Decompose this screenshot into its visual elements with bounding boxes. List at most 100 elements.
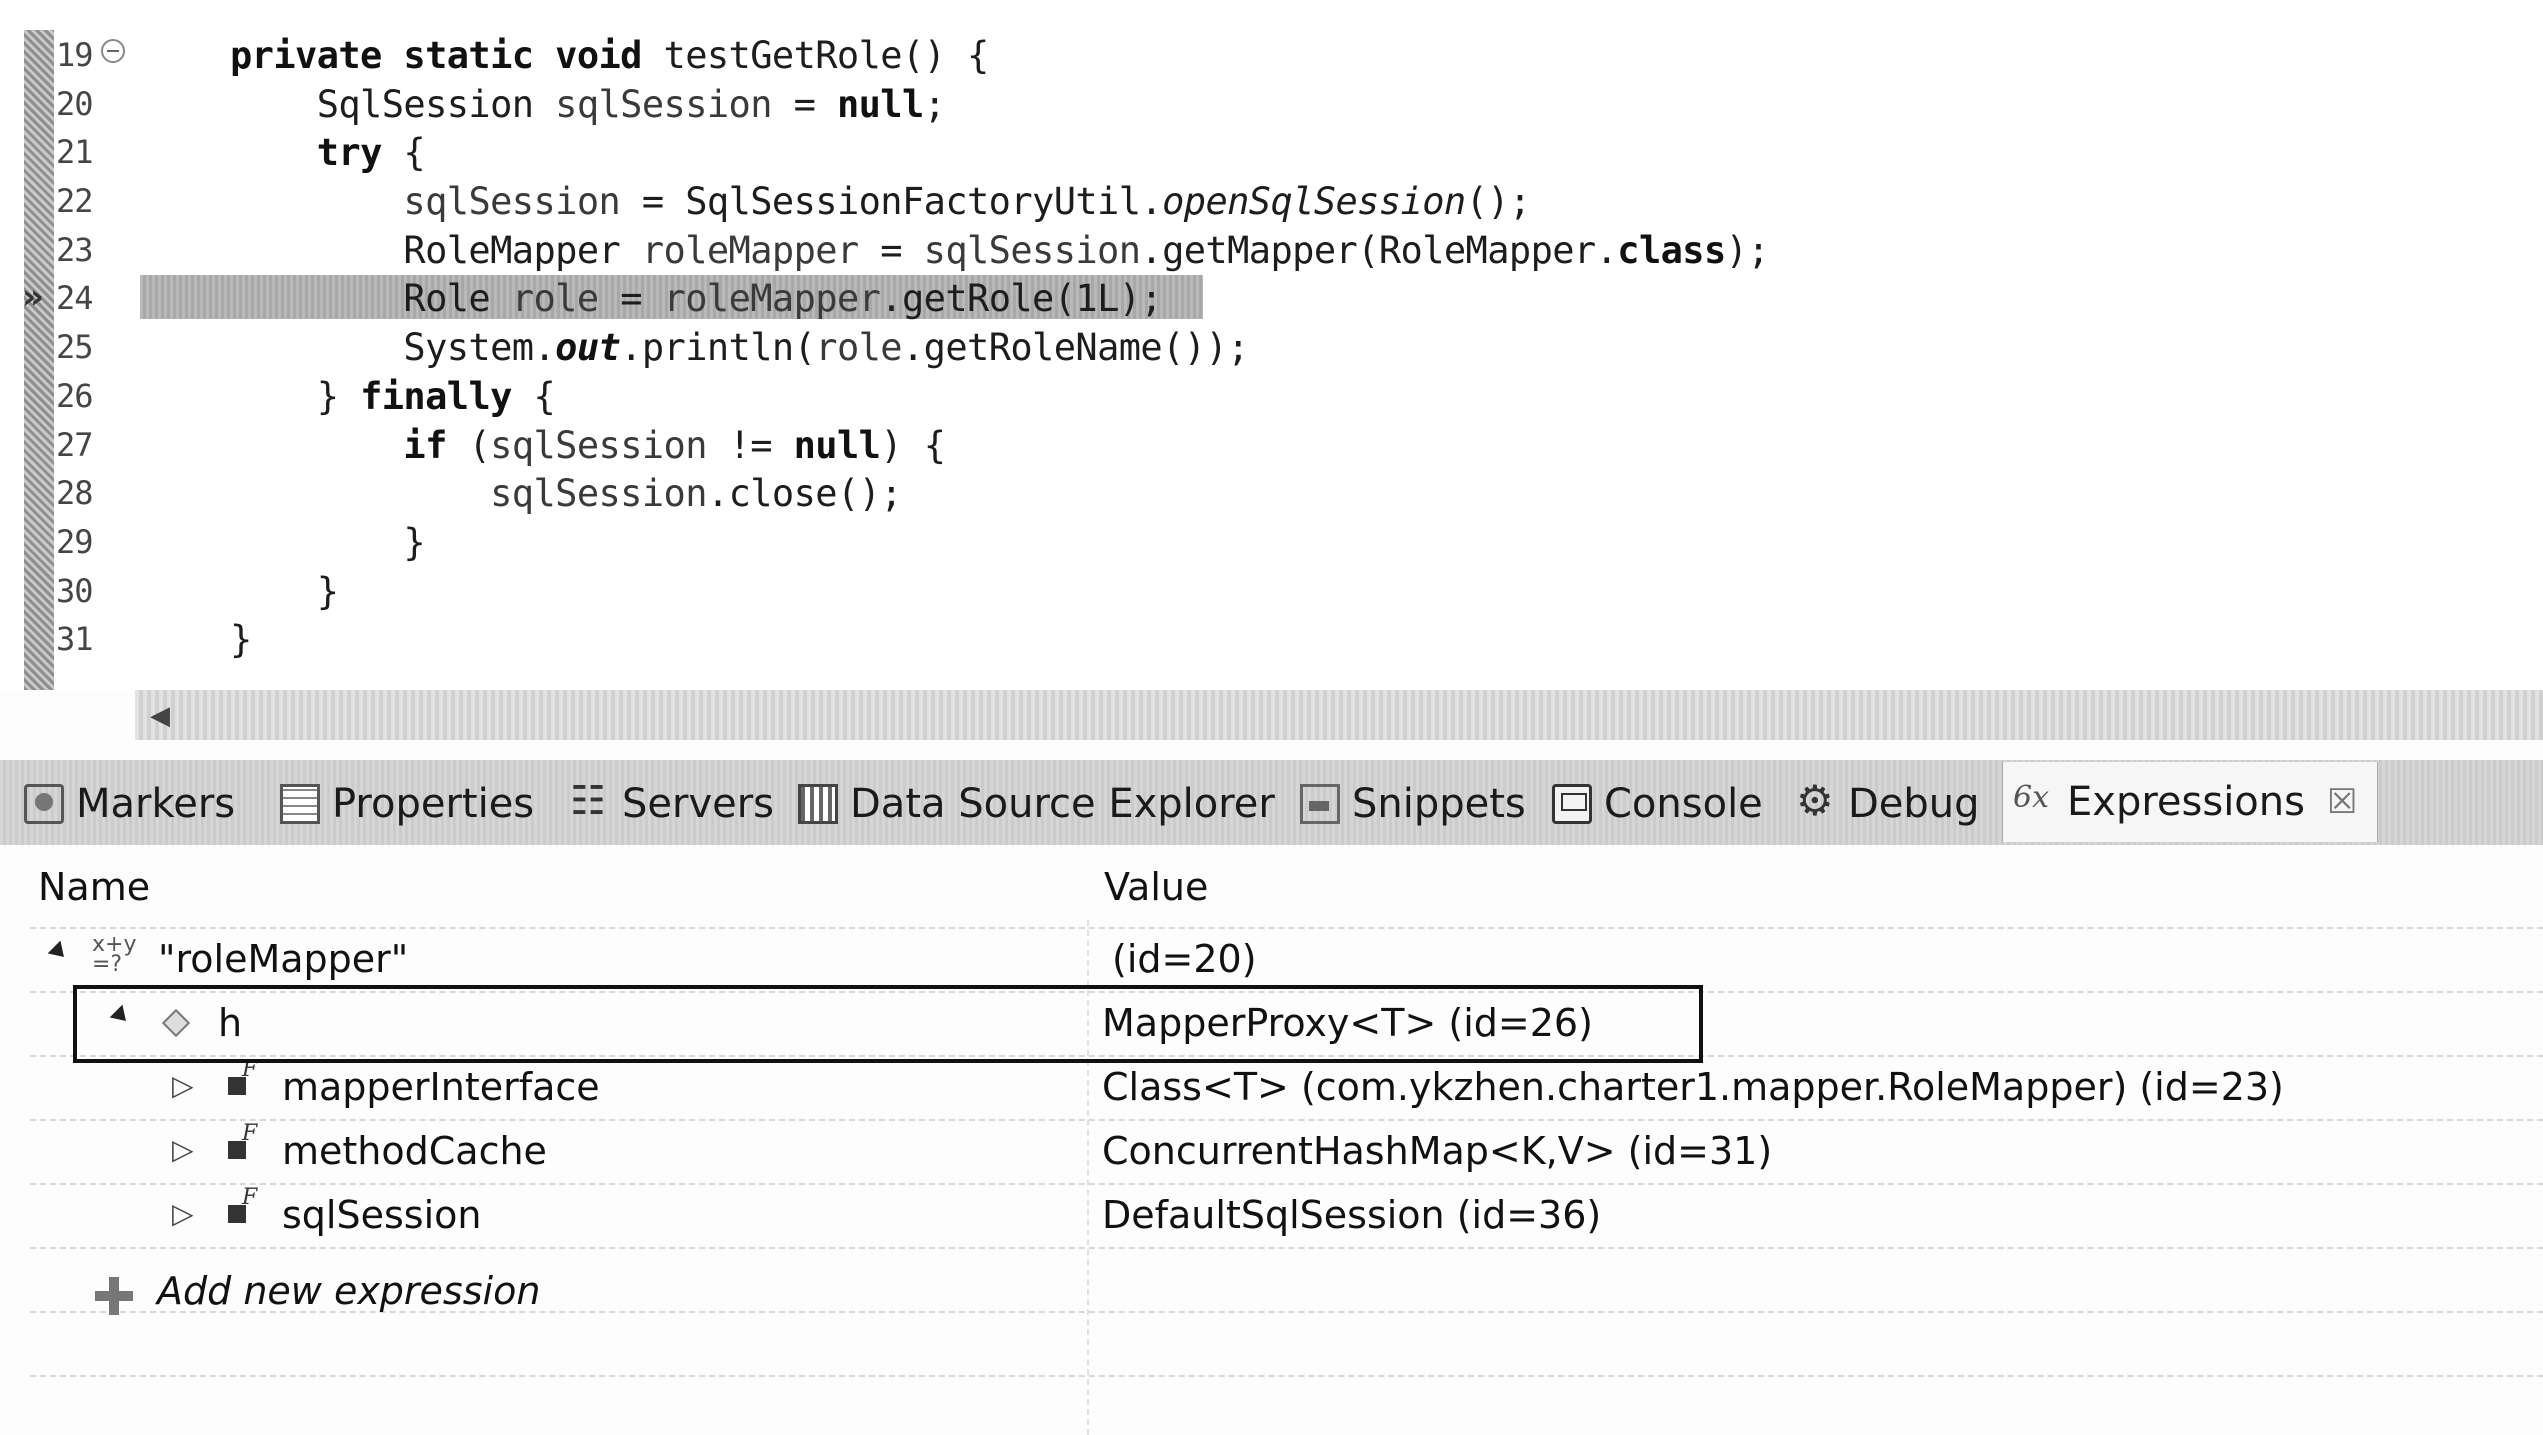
expanded-arrow-icon[interactable] [109, 1004, 133, 1028]
add-plus-icon [95, 1277, 133, 1315]
tab-label: Markers [76, 781, 236, 827]
row-divider [30, 1375, 2543, 1377]
tree-row[interactable]: x+y =? "roleMapper" (id=20) [0, 927, 2543, 991]
tab-console[interactable]: Console [1552, 774, 1763, 834]
code-editor[interactable]: 19 private static void testGetRole() { 2… [0, 0, 2543, 690]
code-text: Role role = roleMapper.getRole(1L); [230, 277, 1163, 321]
properties-icon [280, 784, 320, 824]
code-text: } finally { [230, 374, 556, 418]
expression-name: methodCache [282, 1129, 547, 1173]
collapsed-arrow-icon[interactable]: ▷ [172, 1197, 194, 1230]
tab-label: Snippets [1352, 781, 1526, 827]
tab-servers[interactable]: Servers [570, 774, 774, 834]
code-text: } [230, 569, 339, 613]
code-line-current[interactable]: » 24 Role role = roleMapper.getRole(1L); [0, 273, 2543, 322]
code-text: SqlSession sqlSession = null; [230, 82, 946, 126]
console-icon [1552, 784, 1592, 824]
code-line[interactable]: 19 private static void testGetRole() { [0, 30, 2543, 79]
collapsed-arrow-icon[interactable]: ▷ [172, 1069, 194, 1102]
line-number: 21 [56, 133, 94, 172]
close-tab-icon[interactable]: ☒ [2327, 782, 2357, 822]
tree-row[interactable]: ▷ mapperInterface Class<T> (com.ykzhen.c… [0, 1055, 2543, 1119]
code-line[interactable]: 31 } [0, 614, 2543, 663]
expression-value: Class<T> (com.ykzhen.charter1.mapper.Rol… [1102, 1065, 2284, 1109]
tree-row[interactable]: ▷ methodCache ConcurrentHashMap<K,V> (id… [0, 1119, 2543, 1183]
tab-expressions[interactable]: Expressions ☒ [2002, 762, 2379, 842]
expressions-icon [2013, 780, 2055, 822]
code-text: RoleMapper roleMapper = sqlSession.getMa… [230, 228, 1770, 272]
line-number: 20 [56, 84, 94, 123]
tab-snippets[interactable]: Snippets [1300, 774, 1526, 834]
tab-label: Debug [1848, 781, 1980, 827]
editor-horizontal-scrollbar[interactable] [135, 690, 2543, 740]
tab-label: Console [1604, 781, 1763, 827]
code-text: } [230, 520, 426, 564]
final-field-icon [228, 1185, 257, 1223]
code-text: private static void testGetRole() { [230, 34, 989, 77]
row-divider [30, 1247, 2543, 1249]
view-tab-bar: Markers Properties Servers Data Source E… [0, 760, 2543, 845]
watch-expression-icon: x+y =? [92, 932, 137, 977]
data-source-explorer-icon [798, 784, 838, 824]
field-diamond-icon [161, 1008, 191, 1038]
line-number: 23 [56, 230, 94, 269]
code-line[interactable]: 23 RoleMapper roleMapper = sqlSession.ge… [0, 225, 2543, 274]
line-number: 29 [56, 522, 94, 561]
line-number: 27 [56, 425, 94, 464]
line-number: 25 [56, 328, 94, 367]
line-number: 26 [56, 376, 94, 415]
final-field-icon [228, 1057, 257, 1095]
code-line[interactable]: 26 } finally { [0, 371, 2543, 420]
fold-collapse-icon[interactable] [101, 39, 125, 63]
code-text: System.out.println(role.getRoleName()); [230, 326, 1249, 370]
current-instruction-marker-icon: » [22, 277, 44, 318]
tab-debug[interactable]: Debug [1796, 774, 1980, 834]
code-line[interactable]: 20 SqlSession sqlSession = null; [0, 79, 2543, 128]
code-line[interactable]: 21 try { [0, 127, 2543, 176]
collapsed-arrow-icon[interactable]: ▷ [172, 1133, 194, 1166]
tab-data-source-explorer[interactable]: Data Source Explorer [798, 774, 1275, 834]
tab-label: Properties [332, 781, 535, 827]
tab-label: Servers [622, 781, 775, 827]
servers-icon [570, 778, 610, 824]
expanded-arrow-icon[interactable] [47, 940, 71, 964]
tab-label: Expressions [2067, 779, 2305, 825]
column-header-value[interactable]: Value [1104, 865, 1208, 909]
debug-icon [1796, 776, 1836, 825]
tree-row[interactable]: h MapperProxy<T> (id=26) [0, 991, 2543, 1055]
code-text: } [230, 618, 252, 662]
expression-name: "roleMapper" [158, 937, 409, 981]
tree-row[interactable]: ▷ sqlSession DefaultSqlSession (id=36) [0, 1183, 2543, 1247]
line-number: 24 [56, 279, 94, 318]
scroll-left-arrow-icon[interactable]: ◀ [150, 700, 170, 731]
line-number: 19 [56, 36, 94, 74]
code-line[interactable]: 28 sqlSession.close(); [0, 468, 2543, 517]
expressions-view: Name Value x+y =? "roleMapper" (id=20) h … [0, 845, 2543, 1435]
snippets-icon [1300, 784, 1340, 824]
code-line[interactable]: 29 } [0, 517, 2543, 566]
line-number: 22 [56, 182, 94, 221]
code-line[interactable]: 22 sqlSession = SqlSessionFactoryUtil.op… [0, 176, 2543, 225]
column-header-name[interactable]: Name [38, 865, 150, 909]
code-lines: 19 private static void testGetRole() { 2… [0, 30, 2543, 663]
expression-value: (id=20) [1112, 937, 1257, 981]
markers-icon [24, 784, 64, 824]
expression-name: h [218, 1001, 243, 1045]
expression-value: ConcurrentHashMap<K,V> (id=31) [1102, 1129, 1773, 1173]
expression-value: DefaultSqlSession (id=36) [1102, 1193, 1602, 1237]
code-line[interactable]: 27 if (sqlSession != null) { [0, 420, 2543, 469]
tab-label: Data Source Explorer [850, 781, 1275, 827]
tab-markers[interactable]: Markers [24, 774, 235, 834]
code-text: try { [316, 131, 426, 175]
expression-value: MapperProxy<T> (id=26) [1102, 1001, 1593, 1045]
line-number: 30 [56, 571, 94, 610]
final-field-icon [228, 1121, 257, 1159]
code-text: sqlSession = SqlSessionFactoryUtil.openS… [403, 180, 1531, 224]
line-number: 31 [56, 620, 94, 659]
code-line[interactable]: 25 System.out.println(role.getRoleName()… [0, 322, 2543, 371]
line-number: 28 [56, 474, 94, 513]
code-line[interactable]: 30 } [0, 566, 2543, 615]
code-text: sqlSession.close(); [490, 472, 902, 516]
expression-name: sqlSession [282, 1193, 482, 1237]
tab-properties[interactable]: Properties [280, 774, 534, 834]
